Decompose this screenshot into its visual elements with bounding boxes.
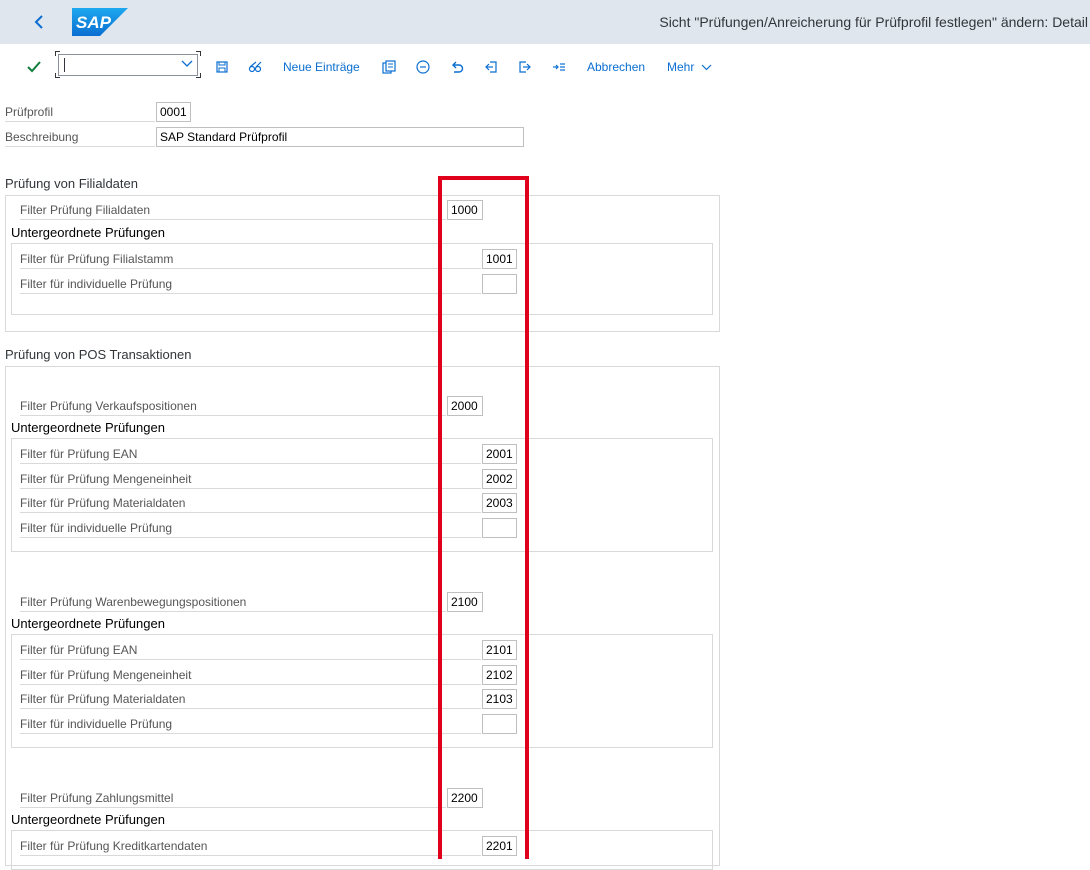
filter-label: Filter für individuelle Prüfung: [20, 714, 481, 734]
undo-icon: [452, 61, 464, 73]
mehr-label: Mehr: [667, 60, 695, 74]
goto-icon: [553, 63, 565, 71]
filter-input[interactable]: 1001: [482, 249, 517, 269]
filter-input[interactable]: 2101: [482, 640, 517, 660]
filter-input[interactable]: 2002: [482, 469, 517, 489]
copy-icon: [382, 60, 396, 74]
save-icon: [216, 61, 228, 73]
filter-input[interactable]: 2000: [447, 396, 483, 416]
sub-title: Untergeordnete Prüfungen: [11, 420, 165, 435]
previous-entry-button[interactable]: [482, 56, 500, 78]
pruefprofil-label: Prüfprofil: [5, 102, 155, 122]
chevron-down-icon[interactable]: [181, 55, 193, 75]
filter-label: Filter Prüfung Filialdaten: [20, 200, 446, 220]
filter-label: Filter Prüfung Zahlungsmittel: [20, 788, 446, 808]
filter-input[interactable]: 1000: [447, 200, 483, 220]
next-icon: [519, 61, 531, 73]
focus-corner: [55, 51, 60, 56]
filter-input[interactable]: [482, 518, 517, 538]
filter-input[interactable]: [482, 714, 517, 734]
page-title: Sicht "Prüfungen/Anreicherung für Prüfpr…: [659, 14, 1088, 30]
pruefprofil-field[interactable]: 0001: [156, 102, 191, 122]
back-button[interactable]: [26, 8, 52, 36]
filter-label: Filter für individuelle Prüfung: [20, 518, 481, 538]
filter-input[interactable]: 2102: [482, 665, 517, 685]
section-title-pos: Prüfung von POS Transaktionen: [5, 347, 192, 362]
filter-label: Filter für Prüfung Materialdaten: [20, 689, 481, 709]
filter-label: Filter Prüfung Warenbewegungspositionen: [20, 592, 446, 612]
glasses-icon: [248, 61, 262, 73]
filter-label: Filter für Prüfung Filialstamm: [20, 249, 481, 269]
command-field[interactable]: [58, 54, 198, 76]
filter-input[interactable]: 2103: [482, 689, 517, 709]
filter-input[interactable]: 2001: [482, 444, 517, 464]
shell-bar: SAP Sicht "Prüfungen/Anreicherung für Pr…: [0, 0, 1090, 44]
filter-label: Filter für Prüfung Mengeneinheit: [20, 665, 481, 685]
check-icon: [27, 61, 41, 73]
filter-input[interactable]: [482, 274, 517, 294]
text-cursor: [64, 58, 65, 72]
beschreibung-field[interactable]: SAP Standard Prüfprofil: [156, 127, 524, 147]
filter-label: Filter für individuelle Prüfung: [20, 274, 481, 294]
beschreibung-label: Beschreibung: [5, 127, 155, 147]
save-button[interactable]: [214, 56, 230, 78]
focus-corner: [196, 51, 201, 56]
enter-button[interactable]: [24, 56, 44, 78]
mehr-menu-button[interactable]: Mehr: [667, 56, 712, 78]
filter-label: Filter für Prüfung EAN: [20, 444, 481, 464]
display-change-button[interactable]: [246, 56, 264, 78]
sap-logo-text: SAP: [76, 13, 112, 32]
abbrechen-button[interactable]: Abbrechen: [587, 56, 645, 78]
undo-button[interactable]: [448, 56, 466, 78]
filter-label: Filter für Prüfung Mengeneinheit: [20, 469, 481, 489]
delete-button[interactable]: [414, 56, 432, 78]
filter-label: Filter Prüfung Verkaufspositionen: [20, 396, 446, 416]
sap-logo: SAP: [72, 8, 128, 36]
sub-title: Untergeordnete Prüfungen: [11, 812, 165, 827]
chevron-down-icon: [701, 64, 712, 71]
chevron-left-icon: [34, 15, 43, 29]
filter-label: Filter für Prüfung EAN: [20, 640, 481, 660]
delete-icon: [416, 60, 430, 74]
filter-input[interactable]: 2003: [482, 493, 517, 513]
neue-eintraege-button[interactable]: Neue Einträge: [283, 56, 360, 78]
next-entry-button[interactable]: [516, 56, 534, 78]
previous-icon: [485, 61, 497, 73]
sub-title: Untergeordnete Prüfungen: [11, 225, 165, 240]
filter-label: Filter für Prüfung Materialdaten: [20, 493, 481, 513]
filter-input[interactable]: 2100: [447, 592, 483, 612]
filter-label: Filter für Prüfung Kreditkartendaten: [20, 836, 481, 856]
sub-title: Untergeordnete Prüfungen: [11, 616, 165, 631]
goto-button[interactable]: [550, 56, 568, 78]
focus-corner: [196, 73, 201, 78]
copy-button[interactable]: [380, 56, 398, 78]
section-title-filialdaten: Prüfung von Filialdaten: [5, 176, 138, 191]
focus-corner: [55, 73, 60, 78]
application-toolbar: Neue Einträge Abbrechen Mehr: [0, 44, 1090, 88]
filter-input[interactable]: 2200: [447, 788, 483, 808]
filter-input[interactable]: 2201: [482, 836, 517, 856]
